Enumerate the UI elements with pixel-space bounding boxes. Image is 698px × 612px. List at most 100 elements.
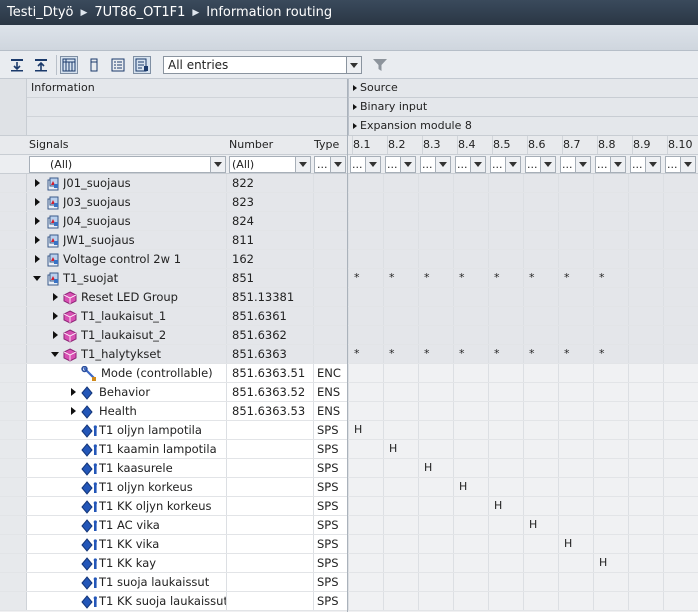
binary-input-header[interactable]: Binary input	[348, 98, 698, 117]
expand-arrow-icon[interactable]	[53, 312, 58, 320]
routing-cell[interactable]	[663, 288, 698, 306]
chevron-down-icon[interactable]	[295, 157, 310, 172]
routing-cell[interactable]	[663, 269, 698, 287]
chevron-down-icon[interactable]	[610, 157, 625, 172]
expand-arrow-icon[interactable]	[35, 198, 40, 206]
routing-cell[interactable]	[523, 212, 558, 230]
routing-cell[interactable]	[593, 573, 628, 591]
matrix-column-header[interactable]: 8.3	[422, 136, 453, 154]
routing-cell[interactable]	[663, 307, 698, 325]
routing-cell[interactable]	[348, 250, 383, 268]
routing-cell[interactable]	[488, 478, 523, 496]
routing-cell[interactable]: *	[558, 269, 593, 287]
routing-cell[interactable]: *	[418, 269, 453, 287]
table-row[interactable]: T1 KK vika SPS H	[0, 535, 698, 554]
routing-cell[interactable]	[593, 402, 628, 420]
routing-cell[interactable]	[383, 193, 418, 211]
routing-cell[interactable]	[488, 288, 523, 306]
routing-cell[interactable]	[523, 421, 558, 439]
chevron-down-icon[interactable]	[575, 157, 590, 172]
expand-all-icon[interactable]	[8, 56, 26, 74]
routing-cell[interactable]	[628, 364, 663, 382]
routing-cell[interactable]	[663, 345, 698, 363]
routing-cell[interactable]	[628, 440, 663, 458]
routing-cell[interactable]	[663, 478, 698, 496]
routing-cell[interactable]	[523, 288, 558, 306]
routing-cell[interactable]: *	[453, 269, 488, 287]
matrix-column-filter[interactable]: ...	[630, 156, 661, 173]
expansion-module-header[interactable]: Expansion module 8	[348, 117, 698, 136]
routing-cell[interactable]: *	[558, 345, 593, 363]
matrix-column-filter[interactable]: ...	[525, 156, 556, 173]
routing-cell[interactable]	[593, 516, 628, 534]
routing-cell[interactable]	[628, 421, 663, 439]
routing-cell[interactable]	[593, 440, 628, 458]
routing-cell[interactable]	[453, 592, 488, 610]
routing-cell[interactable]	[558, 402, 593, 420]
routing-cell[interactable]	[628, 478, 663, 496]
routing-cell[interactable]	[663, 535, 698, 553]
routing-cell[interactable]	[383, 364, 418, 382]
routing-cell[interactable]: *	[348, 345, 383, 363]
routing-cell[interactable]	[383, 478, 418, 496]
routing-cell[interactable]	[593, 231, 628, 249]
routing-cell[interactable]	[488, 592, 523, 610]
table-row[interactable]: T1_laukaisut_1 851.6361	[0, 307, 698, 326]
routing-cell[interactable]	[453, 326, 488, 344]
routing-cell[interactable]	[348, 307, 383, 325]
chevron-down-icon[interactable]	[540, 157, 555, 172]
routing-cell[interactable]	[663, 174, 698, 192]
expand-arrow-icon[interactable]	[35, 217, 40, 225]
routing-cell[interactable]	[488, 212, 523, 230]
routing-cell[interactable]	[488, 174, 523, 192]
table-row[interactable]: Voltage control 2w 1 162	[0, 250, 698, 269]
routing-cell[interactable]	[453, 288, 488, 306]
row-header[interactable]	[0, 250, 27, 268]
row-header[interactable]	[0, 212, 27, 230]
routing-cell[interactable]	[558, 212, 593, 230]
routing-cell[interactable]	[663, 497, 698, 515]
table-row[interactable]: T1 oljyn korkeus SPS H	[0, 478, 698, 497]
routing-cell[interactable]	[558, 174, 593, 192]
routing-cell[interactable]	[663, 459, 698, 477]
row-header[interactable]	[0, 288, 27, 306]
row-header[interactable]	[0, 193, 27, 211]
table-row[interactable]: JW1_suojaus 811	[0, 231, 698, 250]
routing-cell[interactable]	[488, 193, 523, 211]
row-header[interactable]	[0, 554, 27, 572]
routing-cell[interactable]	[558, 326, 593, 344]
routing-cell[interactable]	[418, 554, 453, 572]
routing-cell[interactable]	[348, 383, 383, 401]
routing-cell[interactable]	[593, 307, 628, 325]
routing-cell[interactable]	[453, 497, 488, 515]
routing-cell[interactable]: *	[453, 345, 488, 363]
routing-cell[interactable]	[488, 231, 523, 249]
entries-filter-select[interactable]: All entries	[163, 56, 362, 74]
routing-cell[interactable]	[593, 478, 628, 496]
routing-cell[interactable]	[453, 402, 488, 420]
routing-cell[interactable]	[663, 421, 698, 439]
routing-cell[interactable]	[418, 174, 453, 192]
routing-cell[interactable]	[348, 573, 383, 591]
routing-cell[interactable]	[488, 459, 523, 477]
routing-cell[interactable]	[348, 497, 383, 515]
routing-cell[interactable]	[383, 497, 418, 515]
routing-cell[interactable]	[418, 516, 453, 534]
routing-cell[interactable]: H	[593, 554, 628, 572]
routing-cell[interactable]	[453, 554, 488, 572]
routing-cell[interactable]	[523, 440, 558, 458]
table-settings-icon[interactable]	[133, 56, 151, 74]
routing-cell[interactable]	[383, 459, 418, 477]
routing-cell[interactable]	[383, 288, 418, 306]
signals-column-header[interactable]: Signals	[29, 136, 69, 154]
routing-cell[interactable]	[523, 573, 558, 591]
routing-cell[interactable]	[663, 193, 698, 211]
routing-cell[interactable]	[488, 383, 523, 401]
routing-cell[interactable]: H	[383, 440, 418, 458]
chevron-down-icon[interactable]	[645, 157, 660, 172]
routing-cell[interactable]	[453, 383, 488, 401]
routing-cell[interactable]	[628, 516, 663, 534]
routing-cell[interactable]	[523, 193, 558, 211]
routing-cell[interactable]	[663, 364, 698, 382]
routing-cell[interactable]	[523, 364, 558, 382]
